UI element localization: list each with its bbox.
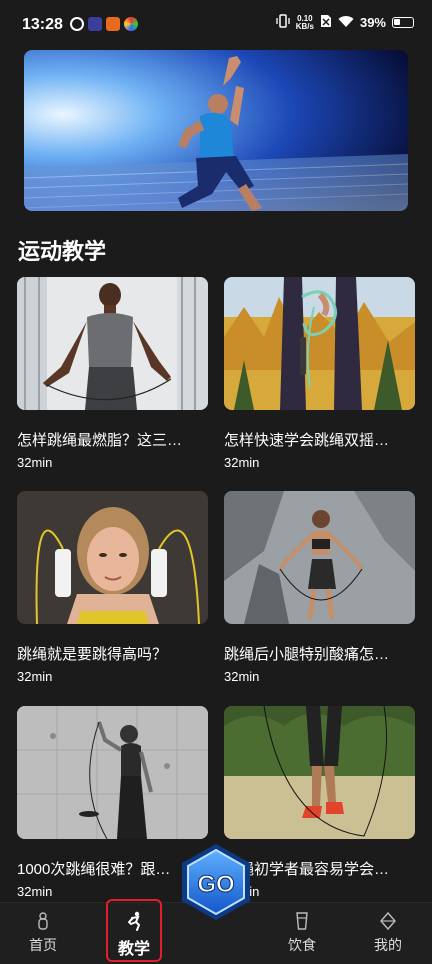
app-notification-icon <box>70 17 84 31</box>
video-title: 怎样快速学会跳绳双摇… <box>224 432 390 449</box>
status-bar: 13:28 0.10 KB/s 39% <box>0 0 432 50</box>
video-card[interactable]: 怎样跳绳最燃脂？这三… 32min <box>17 277 208 470</box>
video-title: 跳绳初学者最容易学会… <box>224 861 390 878</box>
battery-icon <box>392 17 414 28</box>
wifi-icon <box>338 15 354 31</box>
video-app-icon <box>88 17 102 31</box>
tab-label: 饮食 <box>288 937 316 953</box>
video-duration: 32min <box>224 669 260 684</box>
video-duration: 32min <box>17 669 53 684</box>
video-title: 跳绳就是要跳得高吗？ <box>17 646 168 663</box>
battery-percent: 39% <box>359 15 386 30</box>
network-speed: 0.10 KB/s <box>295 13 314 31</box>
cup-icon <box>292 911 312 931</box>
tab-label: 首页 <box>29 937 57 953</box>
video-duration: 32min <box>224 884 415 899</box>
video-thumbnail[interactable] <box>17 491 208 624</box>
tab-label: 我的 <box>374 937 402 953</box>
video-thumbnail[interactable] <box>224 706 415 839</box>
tab-home[interactable]: 首页 <box>13 911 73 955</box>
banner-image[interactable] <box>24 50 408 211</box>
video-title: 跳绳后小腿特别酸痛怎… <box>224 646 390 663</box>
section-title: 运动教学 <box>18 239 107 264</box>
video-thumbnail[interactable] <box>17 277 208 410</box>
video-card[interactable]: 跳绳后小腿特别酸痛怎… 32min <box>224 491 415 684</box>
video-thumbnail[interactable] <box>224 277 415 410</box>
go-badge-label: GO <box>197 871 234 898</box>
shop-app-icon <box>106 17 120 31</box>
vibrate-icon <box>276 14 290 31</box>
notification-icons <box>70 17 138 31</box>
active-tab-highlight <box>106 899 162 962</box>
home-icon <box>33 911 53 931</box>
video-thumbnail[interactable] <box>17 706 208 839</box>
profile-icon <box>378 911 398 931</box>
sim-off-icon <box>320 14 332 31</box>
go-badge-button[interactable]: GO <box>180 842 252 922</box>
video-thumbnail[interactable] <box>224 491 415 624</box>
status-time: 13:28 <box>22 16 63 33</box>
video-duration: 32min <box>224 455 260 470</box>
video-card[interactable]: 怎样快速学会跳绳双摇… 32min <box>224 277 415 470</box>
tab-mine[interactable]: 我的 <box>358 911 418 955</box>
colorful-app-icon <box>124 17 138 31</box>
video-duration: 32min <box>17 455 53 470</box>
video-title: 怎样跳绳最燃脂？这三… <box>17 432 183 449</box>
video-card[interactable]: 跳绳初学者最容易学会… 32min <box>224 706 415 899</box>
video-card[interactable]: 跳绳就是要跳得高吗？ 32min <box>17 491 208 684</box>
tab-diet[interactable]: 饮食 <box>272 911 332 955</box>
